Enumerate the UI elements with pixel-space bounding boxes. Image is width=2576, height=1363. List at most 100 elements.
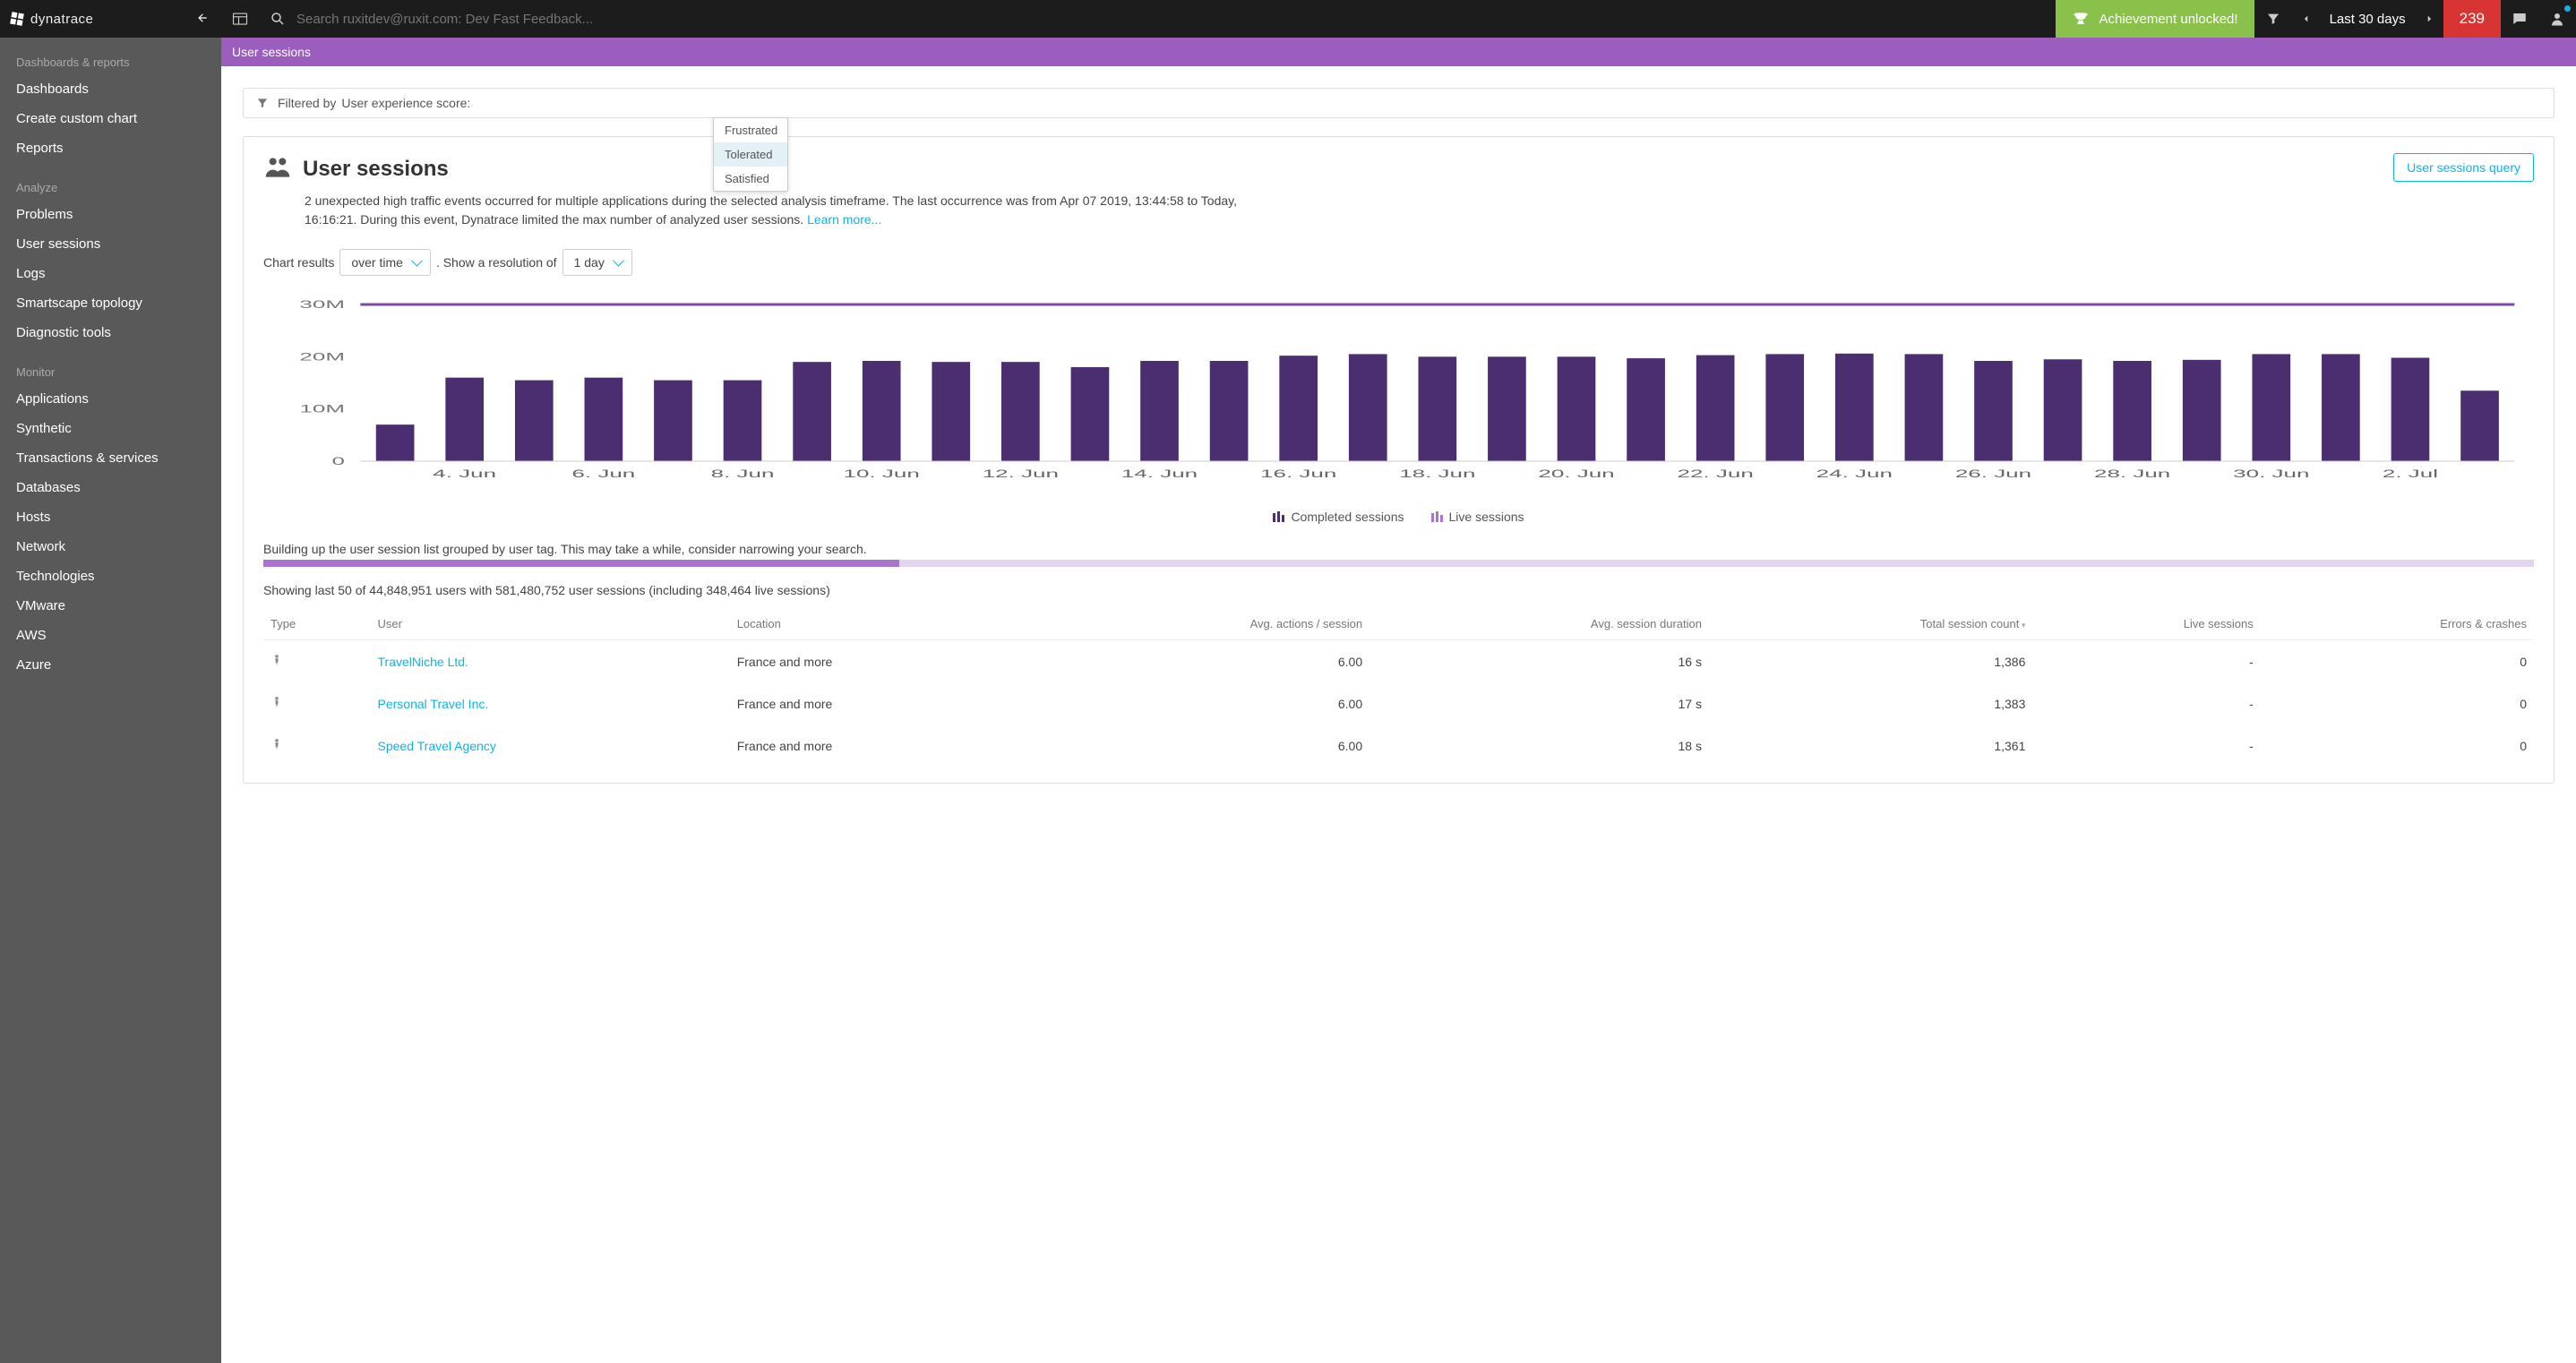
timeframe-nav: Last 30 days — [2292, 0, 2443, 38]
search-wrap — [259, 0, 2056, 38]
dashboard-icon[interactable] — [221, 0, 259, 38]
svg-text:10M: 10M — [299, 404, 345, 416]
filter-icon[interactable] — [2254, 0, 2292, 38]
col-total-session-count[interactable]: Total session count — [1709, 608, 2032, 640]
user-sessions-panel: User sessions User sessions query 2 unex… — [243, 136, 2555, 784]
resolution-select[interactable]: 1 day — [562, 249, 632, 276]
showing-text: Showing last 50 of 44,848,951 users with… — [263, 583, 2534, 597]
sidebar-item-reports[interactable]: Reports — [0, 133, 221, 163]
svg-text:0: 0 — [332, 456, 345, 467]
search-input[interactable] — [296, 12, 655, 27]
search-icon[interactable] — [259, 0, 296, 38]
sidebar-top: dynatrace — [0, 0, 221, 38]
progress-bar — [263, 560, 2534, 567]
svg-text:20. Jun: 20. Jun — [1538, 468, 1614, 480]
col-live-ses-sions[interactable]: Live ses­sions — [2032, 608, 2260, 640]
sidebar-item-databases[interactable]: Databases — [0, 473, 221, 502]
sidebar-item-smartscape-topology[interactable]: Smartscape topology — [0, 288, 221, 318]
sidebar-item-create-custom-chart[interactable]: Create custom chart — [0, 104, 221, 133]
back-button[interactable] — [193, 8, 212, 30]
sidebar-item-technologies[interactable]: Technologies — [0, 561, 221, 591]
filter-dropdown: FrustratedToleratedSatisfied — [713, 117, 788, 192]
filter-option-tolerated[interactable]: Tolerated — [714, 142, 787, 167]
sidebar-item-synthetic[interactable]: Synthetic — [0, 414, 221, 443]
cell-count: 1,361 — [1709, 724, 2032, 767]
learn-more-link[interactable]: Learn more... — [807, 212, 881, 227]
cell-live: - — [2032, 682, 2260, 724]
cell-live: - — [2032, 640, 2260, 683]
cell-live: - — [2032, 724, 2260, 767]
legend-item[interactable]: Live sessions — [1431, 510, 1524, 524]
achievement-banner[interactable]: Achievement unlocked! — [2056, 0, 2254, 38]
svg-text:28. Jun: 28. Jun — [2094, 468, 2170, 480]
panel-description: 2 unexpected high traffic events occurre… — [305, 192, 1290, 229]
trophy-icon — [2072, 10, 2090, 28]
breadcrumb: User sessions — [232, 45, 311, 59]
sidebar-item-user-sessions[interactable]: User sessions — [0, 229, 221, 259]
problem-count[interactable]: 239 — [2443, 0, 2501, 38]
sidebar-item-aws[interactable]: AWS — [0, 621, 221, 650]
col-avg-actions-session[interactable]: Avg. actions / session — [1026, 608, 1370, 640]
cell-duration: 16 s — [1370, 640, 1709, 683]
sidebar-item-network[interactable]: Network — [0, 532, 221, 561]
cell-actions: 6.00 — [1026, 640, 1370, 683]
filter-option-frustrated[interactable]: Frustrated — [714, 118, 787, 142]
cell-count: 1,386 — [1709, 640, 2032, 683]
filter-bar[interactable]: Filtered by User experience score: Frust… — [243, 88, 2555, 118]
user-link[interactable]: Speed Travel Agency — [378, 739, 496, 753]
sidebar-item-transactions-services[interactable]: Transactions & services — [0, 443, 221, 473]
sessions-chart: 010M20M30M4. Jun6. Jun8. Jun10. Jun12. J… — [263, 296, 2534, 504]
timeframe-label[interactable]: Last 30 days — [2321, 12, 2415, 27]
cell-duration: 17 s — [1370, 682, 1709, 724]
arrow-left-icon — [196, 12, 209, 24]
profile-icon[interactable] — [2538, 0, 2576, 38]
logo-icon — [9, 11, 25, 27]
chart-legend: Completed sessions Live sessions — [263, 510, 2534, 524]
timeframe-next[interactable] — [2415, 13, 2443, 25]
sidebar-item-vmware[interactable]: VMware — [0, 591, 221, 621]
svg-text:2. Jul: 2. Jul — [2383, 468, 2438, 480]
col-user[interactable]: User — [371, 608, 730, 640]
chat-icon[interactable] — [2501, 0, 2538, 38]
user-link[interactable]: TravelNiche Ltd. — [378, 655, 468, 669]
col-avg-session-du-ration[interactable]: Avg. session du­ration — [1370, 608, 1709, 640]
svg-text:6. Jun: 6. Jun — [571, 468, 635, 480]
col-errors-crashes[interactable]: Errors & crashes — [2261, 608, 2534, 640]
sidebar-item-dashboards[interactable]: Dashboards — [0, 74, 221, 104]
svg-text:24. Jun: 24. Jun — [1816, 468, 1893, 480]
table-row[interactable]: Speed Travel AgencyFrance and more6.0018… — [263, 724, 2534, 767]
table-row[interactable]: Personal Travel Inc.France and more6.001… — [263, 682, 2534, 724]
cell-location: France and more — [730, 640, 1027, 683]
svg-text:18. Jun: 18. Jun — [1399, 468, 1475, 480]
sidebar-section-title: Analyze — [0, 174, 221, 200]
user-link[interactable]: Personal Travel Inc. — [378, 697, 489, 711]
cell-actions: 6.00 — [1026, 724, 1370, 767]
main: Achievement unlocked! Last 30 days 239 U… — [221, 0, 2576, 1363]
sidebar-item-hosts[interactable]: Hosts — [0, 502, 221, 532]
sidebar-item-problems[interactable]: Problems — [0, 200, 221, 229]
sidebar-item-azure[interactable]: Azure — [0, 650, 221, 680]
filter-option-satisfied[interactable]: Satisfied — [714, 167, 787, 191]
sidebar-item-applications[interactable]: Applications — [0, 384, 221, 414]
table-row[interactable]: TravelNiche Ltd. France and more6.0016 s1… — [263, 640, 2534, 683]
col-type[interactable]: Type — [263, 608, 371, 640]
cell-errors: 0 — [2261, 724, 2534, 767]
logo[interactable]: dynatrace — [9, 11, 193, 27]
cell-errors: 0 — [2261, 682, 2534, 724]
panel-desc-text: 2 unexpected high traffic events occurre… — [305, 193, 1237, 227]
legend-item[interactable]: Completed sessions — [1273, 510, 1404, 524]
svg-text:14. Jun: 14. Jun — [1121, 468, 1198, 480]
svg-text:12. Jun: 12. Jun — [983, 468, 1059, 480]
col-location[interactable]: Location — [730, 608, 1027, 640]
chart-controls: Chart results over time . Show a resolut… — [263, 249, 2534, 276]
building-message: Building up the user session list groupe… — [263, 542, 2534, 556]
chart-mode-select[interactable]: over time — [339, 249, 431, 276]
sidebar-item-logs[interactable]: Logs — [0, 259, 221, 288]
funnel-icon — [256, 97, 269, 109]
sidebar-item-diagnostic-tools[interactable]: Diagnostic tools — [0, 318, 221, 347]
cell-location: France and more — [730, 724, 1027, 767]
topbar: Achievement unlocked! Last 30 days 239 — [221, 0, 2576, 38]
timeframe-prev[interactable] — [2292, 13, 2321, 25]
user-sessions-query-button[interactable]: User sessions query — [2393, 153, 2534, 182]
svg-text:8. Jun: 8. Jun — [711, 468, 775, 480]
